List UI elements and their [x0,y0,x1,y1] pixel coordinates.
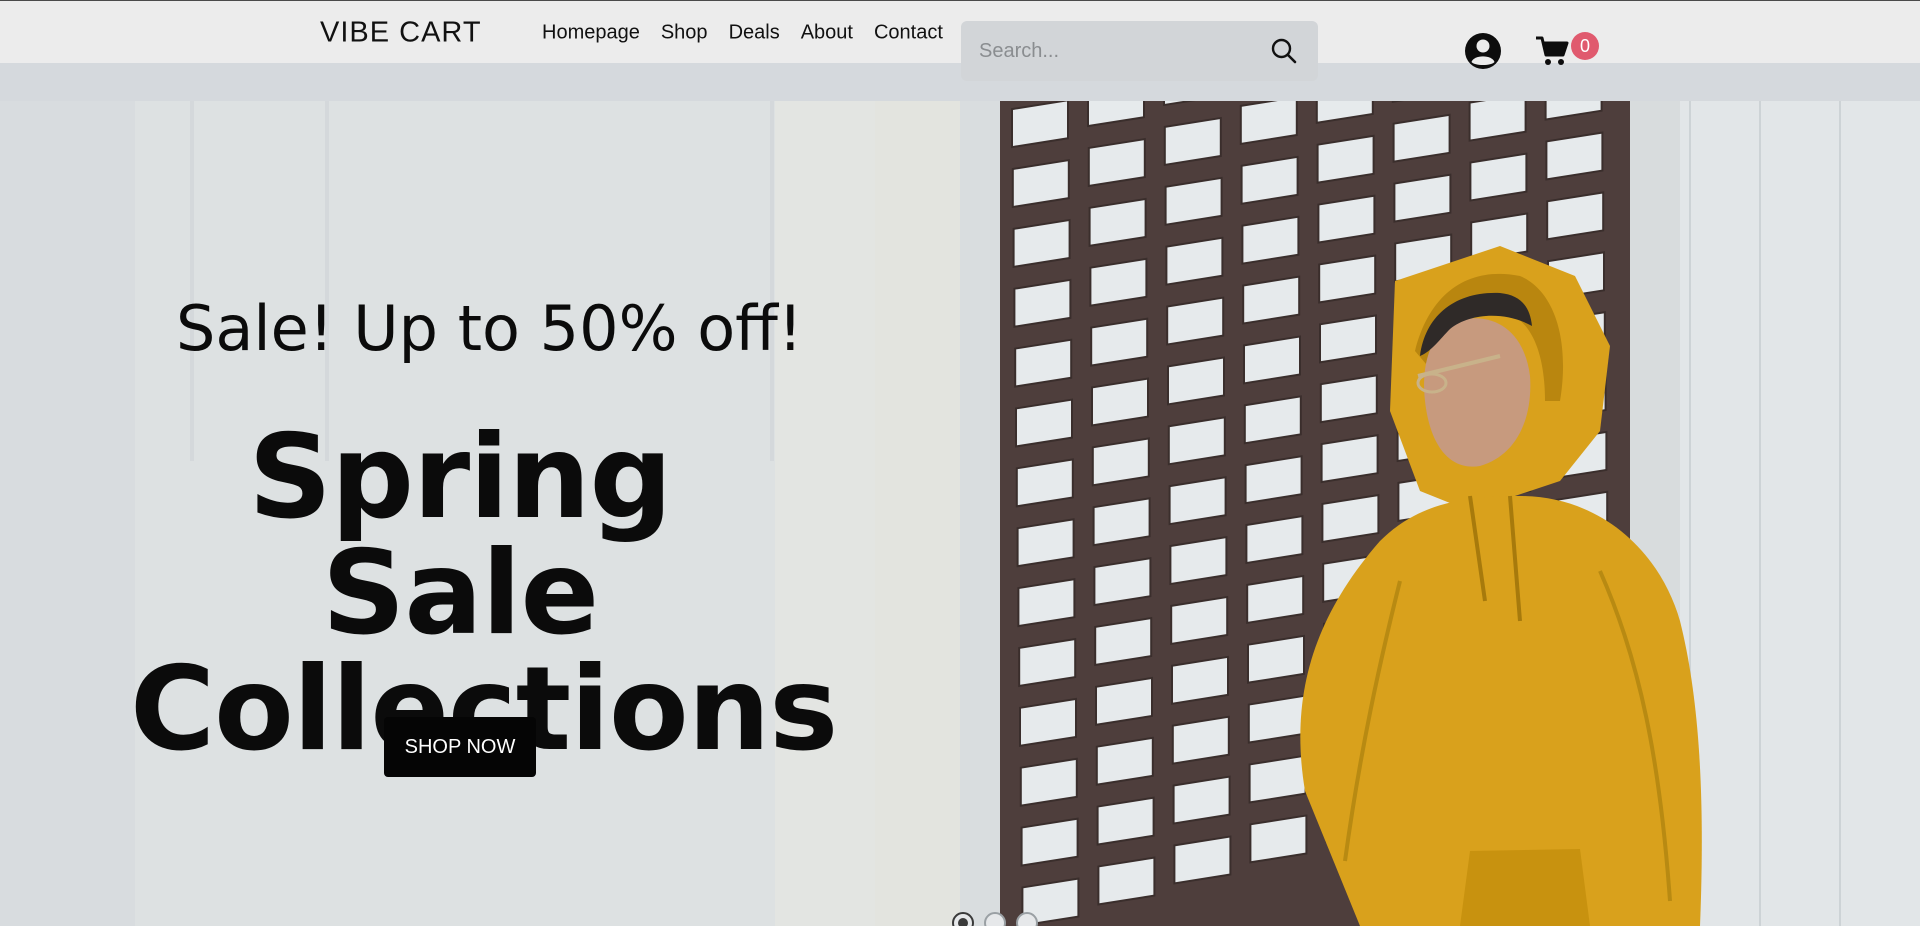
building-window [1019,757,1078,807]
building-window [1248,754,1307,804]
search-box [961,21,1318,81]
building-window [1167,416,1226,466]
building-window [1095,676,1153,726]
header-shadow-band [0,63,1920,101]
building-window [1320,434,1379,484]
site-logo[interactable]: VIBE CART [320,17,482,50]
building-window [1170,595,1229,646]
search-icon[interactable] [1270,37,1298,65]
hero-bg-strip [960,101,1000,926]
building-window [1168,476,1227,526]
building-window [1016,518,1075,568]
nav-contact[interactable]: Contact [874,22,943,45]
building-window [1012,218,1071,269]
carousel-dot-2[interactable] [984,912,1006,926]
carousel-dot-1[interactable] [952,912,974,926]
hero-bg-rod [190,101,194,461]
building-window [1094,616,1153,667]
site-header: VIBE CART Homepage Shop Deals About Cont… [0,0,1920,63]
cart-icon [1536,36,1569,65]
building-window [1018,637,1077,688]
search-input[interactable] [979,21,1259,81]
user-icon[interactable] [1464,32,1502,70]
building-window [1091,377,1149,427]
building-window [1247,634,1305,684]
hero-image [1000,101,1920,926]
building-window [1167,356,1225,406]
building-window [1093,557,1152,607]
cart-count-badge: 0 [1571,32,1599,60]
building-window [1546,191,1605,241]
building-window [1243,335,1301,385]
building-window [1173,835,1232,885]
building-window [1393,173,1452,223]
building-window [1096,796,1155,846]
sale-text: Sale! Up to 50% off! [176,292,803,365]
nav-shop[interactable]: Shop [661,22,708,45]
building-window [1318,254,1377,304]
main-nav: Homepage Shop Deals About Contact [542,22,943,45]
headline-line-1: Spring Sale [248,410,672,661]
carousel-dots [952,912,1038,926]
building-window [1169,535,1228,586]
nav-homepage[interactable]: Homepage [542,22,640,45]
building-window [1247,694,1306,744]
building-window [1240,155,1299,205]
building-window [1171,655,1229,705]
building-window [1545,131,1604,181]
building-window [1087,137,1146,188]
nav-deals[interactable]: Deals [729,22,780,45]
building-window [1017,578,1076,628]
hero-bg-rod [770,101,774,461]
building-window [1321,493,1380,544]
building-window [1249,814,1308,864]
building-window [1316,134,1375,184]
building-window [1165,236,1224,286]
building-window [1246,574,1305,625]
building-window [1091,437,1150,487]
cart-button[interactable]: 0 [1535,32,1605,74]
building-window [1095,736,1154,786]
building-window [1319,374,1378,424]
building-window [1241,215,1300,265]
building-window [1469,152,1528,202]
nav-about[interactable]: About [801,22,853,45]
hero-bg-panel [775,101,875,926]
building-window [1171,715,1230,765]
building-window [1163,116,1222,167]
building-window [1090,317,1149,367]
hero-bg-rod [325,101,329,461]
hero-headline: Spring Sale Collections [130,410,838,768]
carousel-dot-3[interactable] [1016,912,1038,926]
building-window [1020,817,1079,867]
building-window [1011,101,1069,149]
hero-bg-panel [875,101,965,926]
building-window [1242,275,1301,325]
building-window [1015,398,1073,448]
building-window [1164,176,1223,226]
building-window [1019,697,1077,747]
building-window [1092,497,1151,547]
building-window [1013,278,1072,328]
building-window [1011,158,1070,209]
building-window [1392,113,1451,163]
building-window [1244,455,1303,505]
building-window [1097,856,1156,906]
building-window [1088,197,1147,247]
building-window [1317,194,1376,244]
building-window [1319,314,1377,364]
building-window [1172,775,1231,825]
building-window [1015,458,1074,508]
building-window [1014,338,1073,388]
shop-now-button[interactable]: SHOP NOW [384,717,536,777]
building-window [1245,514,1304,565]
building-window [1243,395,1302,445]
building-window [1166,296,1225,346]
building-window [1089,257,1148,307]
hero-photo [1000,101,1920,926]
